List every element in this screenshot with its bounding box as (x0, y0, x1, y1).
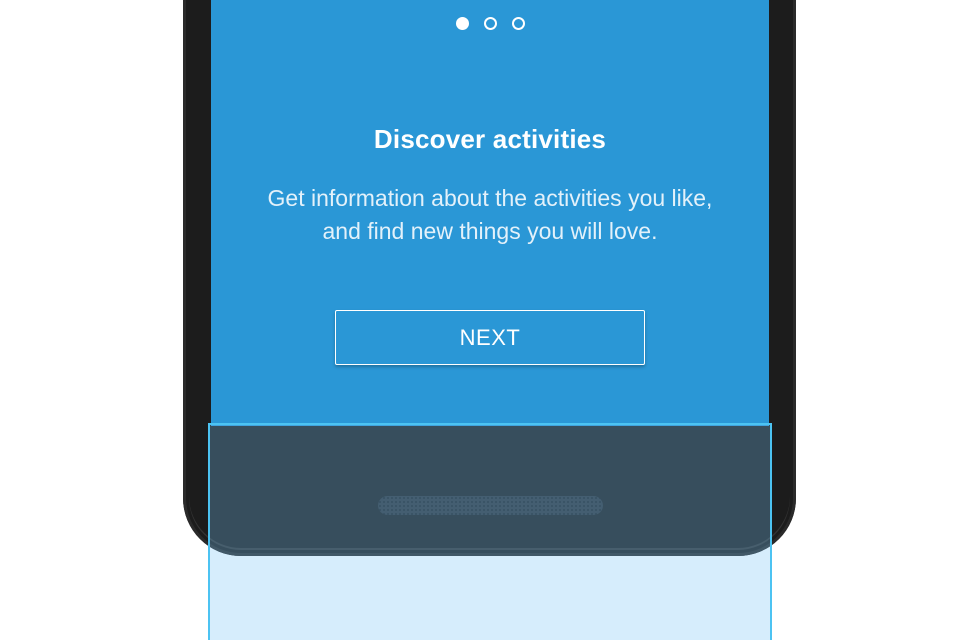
onboarding-description-line-2: and find new things you will love. (322, 218, 658, 244)
canvas: Discover activities Get information abou… (0, 0, 970, 640)
onboarding-title: Discover activities (373, 124, 607, 154)
onboarding-screen: Discover activities Get information abou… (211, 0, 769, 426)
page-indicator-dot-2[interactable] (483, 17, 497, 30)
selection-highlight (208, 423, 772, 640)
page-indicator-dot-3[interactable] (511, 17, 525, 30)
page-indicator (211, 17, 769, 30)
next-button[interactable]: NEXT (335, 310, 645, 365)
onboarding-description: Get information about the activities you… (231, 182, 749, 248)
onboarding-description-line-1: Get information about the activities you… (267, 185, 713, 211)
page-indicator-dot-1[interactable] (455, 17, 469, 30)
